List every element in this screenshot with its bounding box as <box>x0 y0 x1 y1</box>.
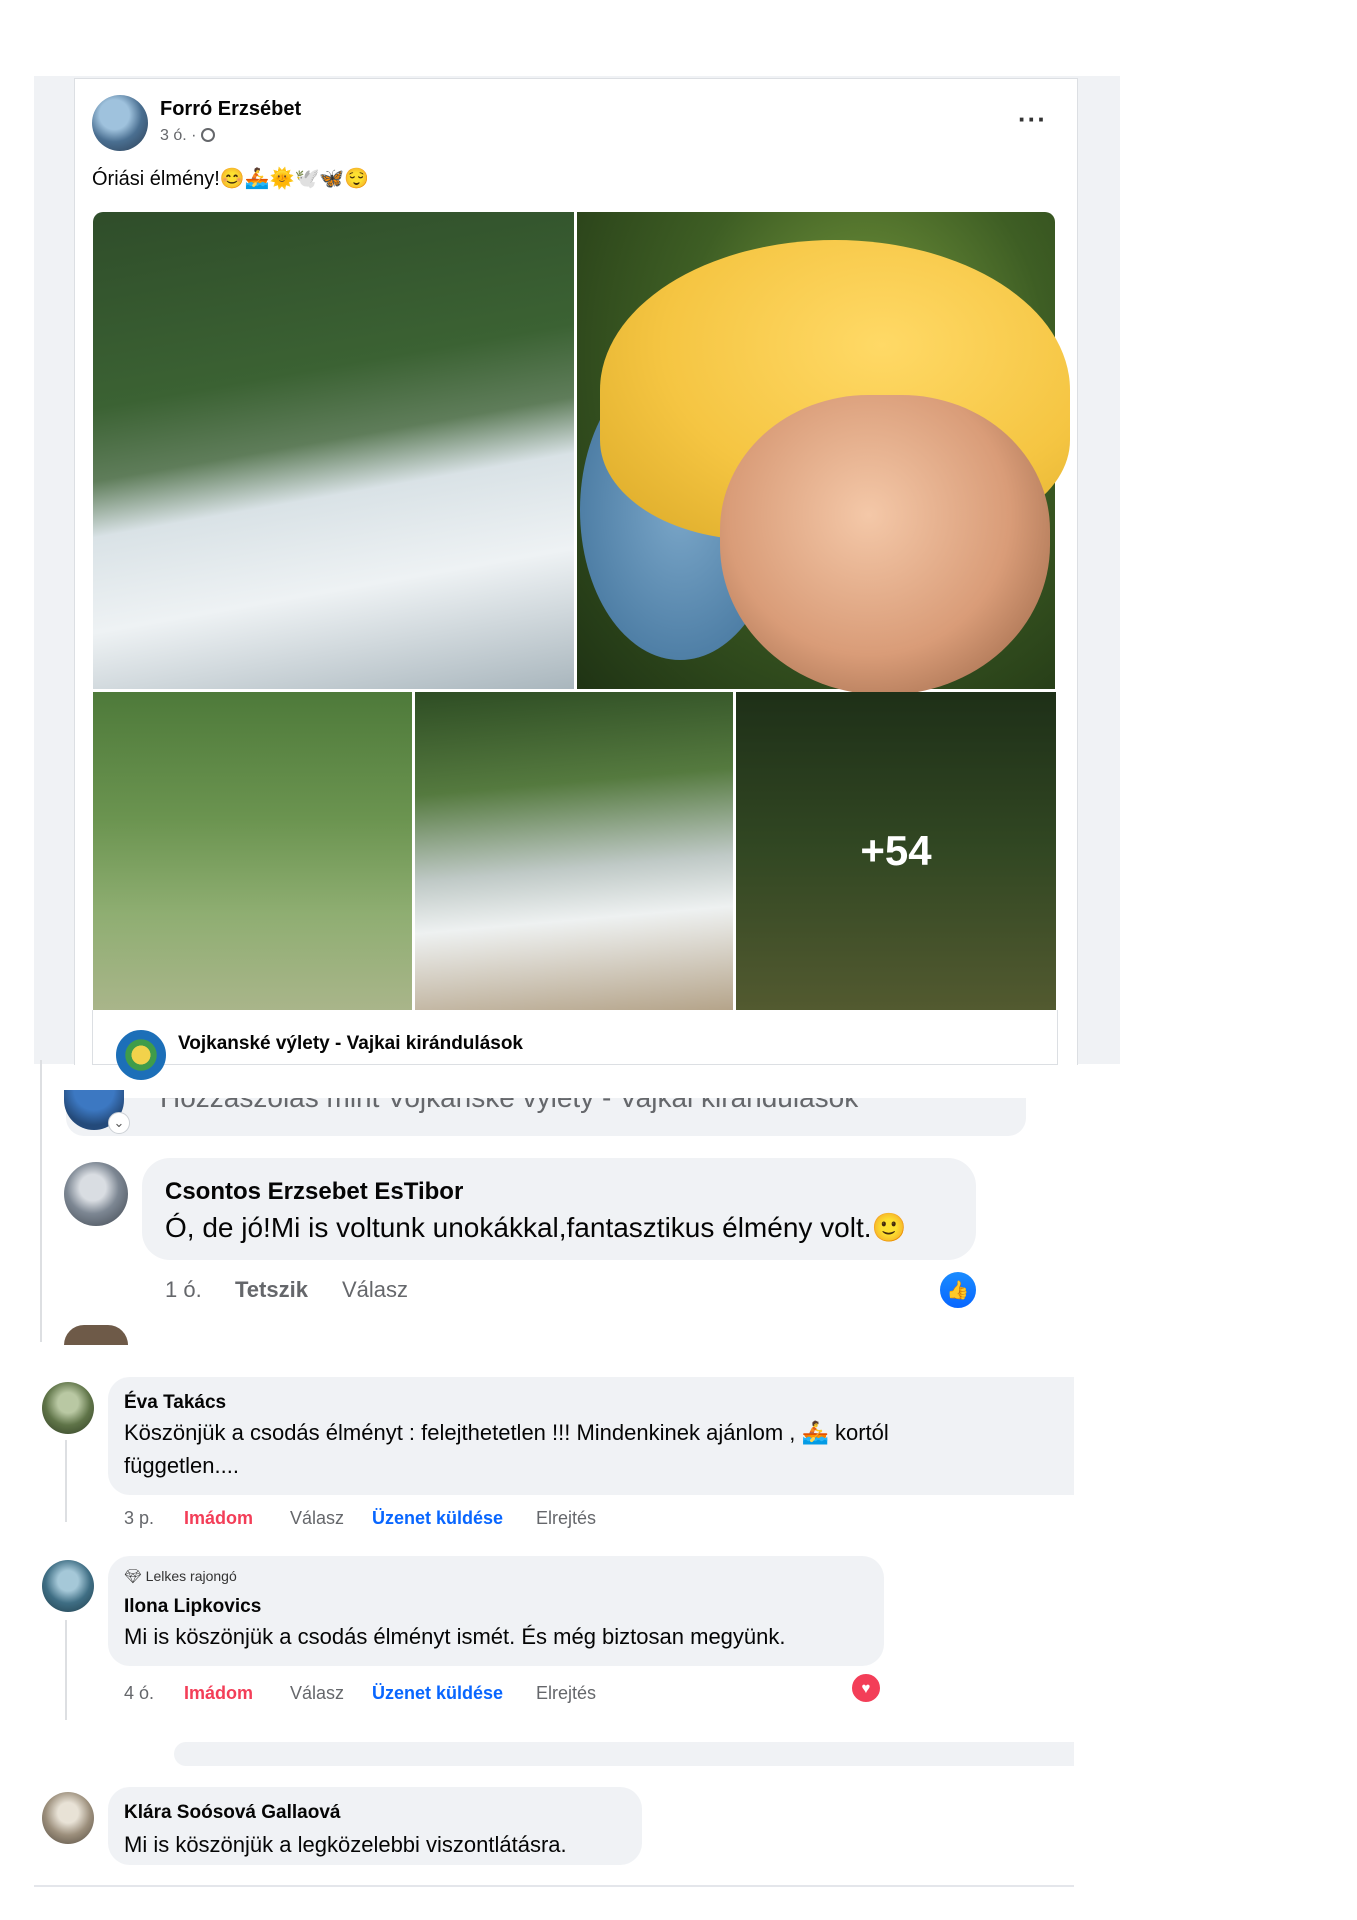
diamond-icon: 💎︎ <box>124 1568 142 1584</box>
like-button[interactable]: Tetszik <box>235 1277 308 1303</box>
author-avatar[interactable] <box>92 95 148 151</box>
comment-input-partial[interactable]: Hozzászólás mint Vojkanské výlety - Vajk… <box>66 1098 1026 1136</box>
hide-button[interactable]: Elrejtés <box>536 1508 596 1529</box>
comment-time[interactable]: 1 ó. <box>165 1277 202 1303</box>
photo-kayaks-river[interactable] <box>93 692 412 1010</box>
commenter-avatar[interactable] <box>42 1382 94 1434</box>
comment-text: Mi is köszönjük a csodás élményt ismét. … <box>124 1624 786 1649</box>
commenter-avatar[interactable] <box>42 1560 94 1612</box>
hide-button[interactable]: Elrejtés <box>536 1683 596 1704</box>
comment-bubble <box>142 1158 976 1260</box>
commenter-avatar[interactable] <box>42 1792 94 1844</box>
photo-river-rapids[interactable] <box>93 212 574 689</box>
fan-badge: 💎︎ Lelkes rajongó <box>124 1568 237 1585</box>
comment-input-partial[interactable] <box>174 1742 1074 1766</box>
more-photos-count[interactable]: +54 <box>736 692 1056 1010</box>
fan-badge-label: Lelkes rajongó <box>145 1568 237 1584</box>
reply-button[interactable]: Válasz <box>290 1683 344 1704</box>
thread-line <box>40 1060 42 1342</box>
globe-icon <box>200 128 215 142</box>
post-time[interactable]: 3 ó. · <box>160 127 201 144</box>
thread-line <box>65 1620 67 1720</box>
comment-text: Ó, de jó!Mi is voltunk unokákkal,fantasz… <box>165 1212 907 1243</box>
send-message-button[interactable]: Üzenet küldése <box>372 1508 503 1529</box>
love-button[interactable]: Imádom <box>184 1683 253 1704</box>
more-options-icon[interactable]: ··· <box>1018 104 1047 135</box>
comment-text: Köszönjük a csodás élményt : felejthetet… <box>124 1420 889 1445</box>
group-avatar[interactable] <box>116 1030 166 1080</box>
like-icon[interactable]: 👍 <box>938 1270 978 1310</box>
post-author-name[interactable]: Forró Erzsébet <box>160 98 301 121</box>
post-emojis: 😊🚣🌞🕊️🦋😌 <box>219 168 370 190</box>
post-text: Óriási élmény!😊🚣🌞🕊️🦋😌 <box>92 166 369 191</box>
send-message-button[interactable]: Üzenet küldése <box>372 1683 503 1704</box>
comment-text-cont: független.... <box>124 1453 239 1478</box>
face-decor <box>720 395 1050 695</box>
comment-text: Mi is köszönjük a legközelebbi viszontlá… <box>124 1832 567 1857</box>
chevron-down-icon[interactable]: ⌄ <box>108 1112 130 1134</box>
cutoff-divider <box>34 1885 1074 1887</box>
reply-button[interactable]: Válasz <box>290 1508 344 1529</box>
comment-time[interactable]: 3 p. <box>124 1508 154 1529</box>
post-text-content: Óriási élmény! <box>92 168 220 190</box>
commenter-name[interactable]: Éva Takács <box>124 1392 226 1414</box>
commenter-name[interactable]: Csontos Erzsebet EsTibor <box>165 1178 463 1206</box>
commenter-name[interactable]: Ilona Lipkovics <box>124 1596 261 1618</box>
comment-time[interactable]: 4 ó. <box>124 1683 154 1704</box>
next-avatar-partial <box>64 1325 128 1345</box>
comment-input-placeholder: Hozzászólás mint Vojkanské výlety - Vajk… <box>160 1098 858 1114</box>
post-meta: 3 ó. · <box>160 127 215 145</box>
love-button[interactable]: Imádom <box>184 1508 253 1529</box>
thread-line <box>65 1440 67 1522</box>
group-name[interactable]: Vojkanské výlety - Vajkai kirándulások <box>178 1033 523 1055</box>
commenter-avatar[interactable] <box>64 1162 128 1226</box>
photo-girl-weir[interactable] <box>415 692 733 1010</box>
heart-icon[interactable]: ♥ <box>850 1672 882 1704</box>
commenter-name[interactable]: Klára Soósová Gallaová <box>124 1802 341 1824</box>
reply-button[interactable]: Válasz <box>342 1277 408 1303</box>
